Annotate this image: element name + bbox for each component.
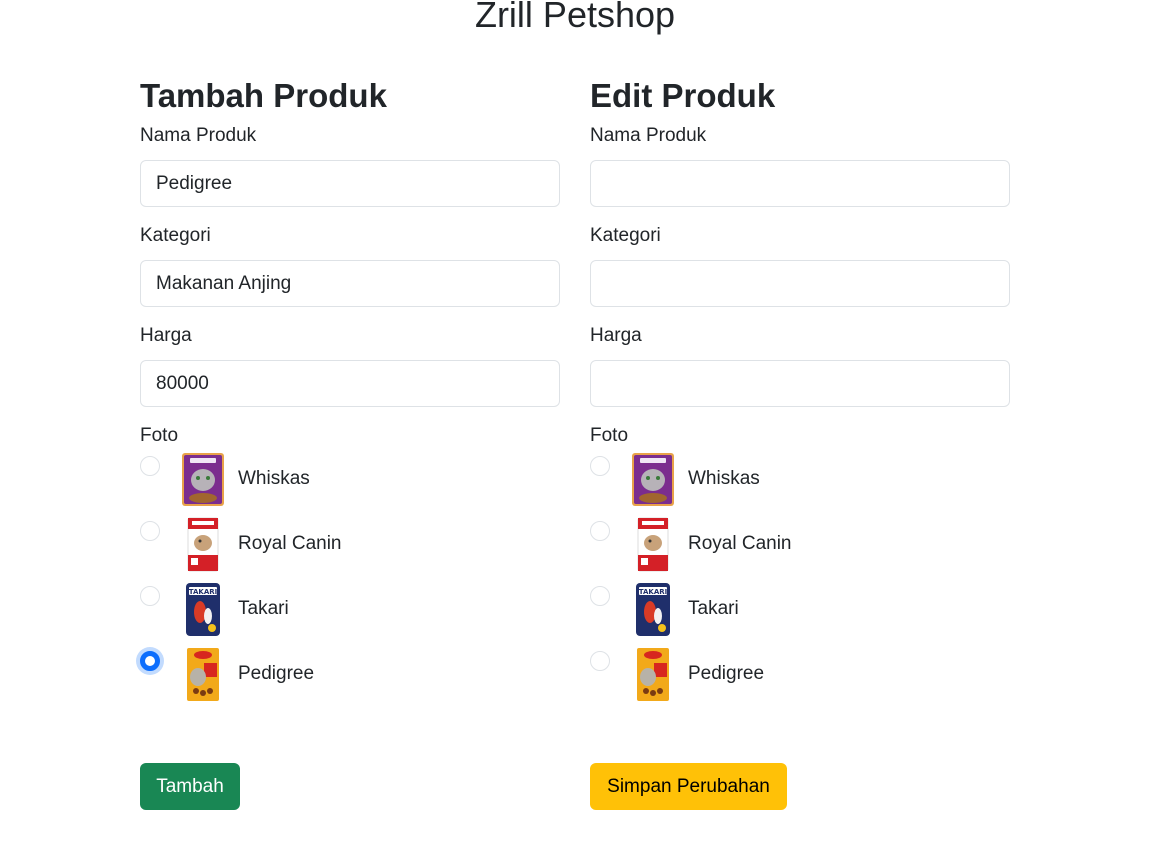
add-price-label: Harga — [140, 325, 192, 346]
whiskas-pouch-icon — [632, 453, 674, 506]
add-price-input[interactable] — [140, 360, 560, 407]
pedigree-bag-icon — [637, 648, 669, 701]
whiskas-pouch-icon — [182, 453, 224, 506]
add-product-form: Tambah Produk Nama Produk Kategori Harga… — [140, 76, 560, 712]
pedigree-bag-icon — [187, 648, 219, 701]
edit-radio-takari[interactable] — [590, 586, 610, 606]
add-category-input[interactable] — [140, 260, 560, 307]
add-option-label-takari: Takari — [238, 598, 289, 619]
add-radio-whiskas[interactable] — [140, 456, 160, 476]
edit-option-takari[interactable]: TAKARI Takari — [590, 582, 1010, 647]
edit-category-label: Kategori — [590, 225, 661, 246]
edit-name-label: Nama Produk — [590, 125, 707, 146]
add-option-label-whiskas: Whiskas — [238, 468, 310, 489]
edit-radio-royal-canin[interactable] — [590, 521, 610, 541]
svg-text:TAKARI: TAKARI — [639, 588, 668, 596]
add-radio-royal-canin[interactable] — [140, 521, 160, 541]
edit-option-label-pedigree: Pedigree — [688, 663, 765, 684]
app-title: Zrill Petshop — [474, 0, 676, 35]
add-radio-pedigree[interactable] — [140, 651, 160, 671]
edit-price-input[interactable] — [590, 360, 1010, 407]
takari-pack-icon: TAKARI — [636, 583, 670, 636]
add-name-field: Nama Produk — [140, 124, 560, 207]
add-name-input[interactable] — [140, 160, 560, 207]
edit-radio-whiskas[interactable] — [590, 456, 610, 476]
add-category-label: Kategori — [140, 225, 211, 246]
edit-foto-label: Foto — [590, 425, 629, 446]
add-option-label-royal-canin: Royal Canin — [238, 533, 342, 554]
add-category-field: Kategori — [140, 224, 560, 307]
edit-option-pedigree[interactable]: Pedigree — [590, 647, 1010, 712]
edit-name-field: Nama Produk — [590, 124, 1010, 207]
royal-canin-bag-icon — [187, 517, 219, 572]
edit-option-royal-canin[interactable]: Royal Canin — [590, 517, 1010, 582]
svg-text:TAKARI: TAKARI — [189, 588, 218, 596]
save-changes-button[interactable]: Simpan Perubahan — [590, 763, 787, 810]
add-option-pedigree[interactable]: Pedigree — [140, 647, 560, 712]
add-product-button[interactable]: Tambah — [140, 763, 240, 810]
edit-form-title: Edit Produk — [590, 77, 776, 114]
add-name-label: Nama Produk — [140, 125, 257, 146]
edit-price-label: Harga — [590, 325, 642, 346]
add-option-label-pedigree: Pedigree — [238, 663, 315, 684]
edit-option-whiskas[interactable]: Whiskas — [590, 452, 1010, 517]
edit-category-input[interactable] — [590, 260, 1010, 307]
add-form-title: Tambah Produk — [140, 77, 387, 114]
add-price-field: Harga — [140, 324, 560, 407]
edit-category-field: Kategori — [590, 224, 1010, 307]
edit-option-label-whiskas: Whiskas — [688, 468, 760, 489]
takari-pack-icon: TAKARI — [186, 583, 220, 636]
edit-price-field: Harga — [590, 324, 1010, 407]
add-radio-takari[interactable] — [140, 586, 160, 606]
add-option-takari[interactable]: TAKARI Takari — [140, 582, 560, 647]
add-foto-label: Foto — [140, 425, 179, 446]
edit-option-label-takari: Takari — [688, 598, 739, 619]
add-option-royal-canin[interactable]: Royal Canin — [140, 517, 560, 582]
edit-radio-pedigree[interactable] — [590, 651, 610, 671]
edit-name-input[interactable] — [590, 160, 1010, 207]
add-option-whiskas[interactable]: Whiskas — [140, 452, 560, 517]
royal-canin-bag-icon — [637, 517, 669, 572]
edit-option-label-royal-canin: Royal Canin — [688, 533, 792, 554]
edit-product-form: Edit Produk Nama Produk Kategori Harga F… — [590, 76, 1010, 712]
